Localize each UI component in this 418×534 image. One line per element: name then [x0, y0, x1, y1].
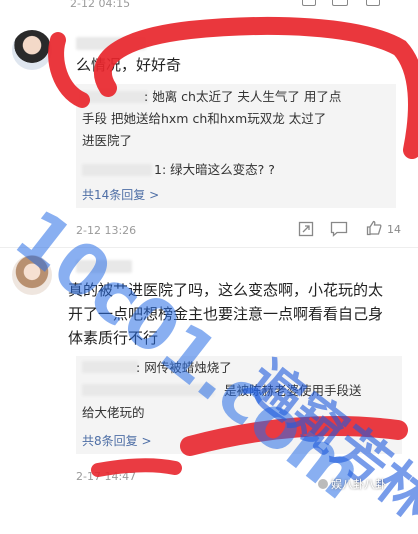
reply-text: : 网传被蜡烛烧了	[136, 360, 232, 375]
more-replies-link[interactable]: 共14条回复 >	[82, 186, 159, 203]
source-badge: 娱八卦八卦	[318, 476, 386, 492]
reply-text: 1: 绿大暗这么变态? ?	[154, 162, 275, 177]
avatar[interactable]	[12, 255, 52, 295]
comment-icon[interactable]	[330, 221, 348, 237]
top-share-icon[interactable]	[302, 0, 316, 6]
top-comment-icon[interactable]	[332, 0, 348, 6]
username[interactable]	[76, 37, 146, 50]
reply-text: 进医院了	[82, 133, 133, 148]
reply-section: : 她离 ch太近了 夫人生气了 用了点 手段 把她送给hxm ch和hxm玩双…	[76, 84, 396, 208]
like-count: 14	[387, 223, 401, 236]
watermark-url: 10c01.com	[0, 193, 379, 515]
comment-text: 开了一点吧想榜金主也要注意一点啊看看自己身	[68, 305, 384, 323]
comment-timestamp: 2-12 13:26	[76, 224, 137, 237]
reply-username[interactable]	[82, 384, 214, 396]
more-replies-link[interactable]: 共8条回复 >	[82, 432, 152, 449]
comment-text: 体素质行不行	[68, 329, 159, 347]
reply-username[interactable]	[82, 91, 148, 103]
reply-text: 给大佬玩的	[82, 405, 145, 420]
top-like-icon[interactable]	[366, 0, 380, 6]
comment-text: 真的被艹进医院了吗，这么变态啊，小花玩的太	[68, 281, 384, 299]
reply-section: : 网传被蜡烛烧了 是被陈赫老婆使用手段送 给大佬玩的 共8条回复 >	[76, 356, 402, 454]
comment-text: 么情况，好好奇	[76, 56, 182, 74]
reply-username[interactable]	[82, 361, 138, 373]
wechat-icon	[318, 479, 328, 489]
divider	[0, 247, 418, 248]
avatar[interactable]	[12, 30, 52, 70]
top-timestamp: 2-12 04:15	[70, 0, 131, 10]
comment-timestamp: 2-17 14:47	[76, 470, 137, 483]
reply-username[interactable]	[82, 164, 152, 176]
reply-text: 是被陈赫老婆使用手段送	[224, 383, 362, 398]
reply-text: : 她离 ch太近了 夫人生气了 用了点	[144, 89, 342, 104]
reply-text: 手段 把她送给hxm ch和hxm玩双龙 太过了	[82, 111, 327, 126]
share-icon[interactable]	[298, 221, 314, 237]
like-icon[interactable]	[366, 220, 382, 236]
username[interactable]	[76, 260, 132, 273]
